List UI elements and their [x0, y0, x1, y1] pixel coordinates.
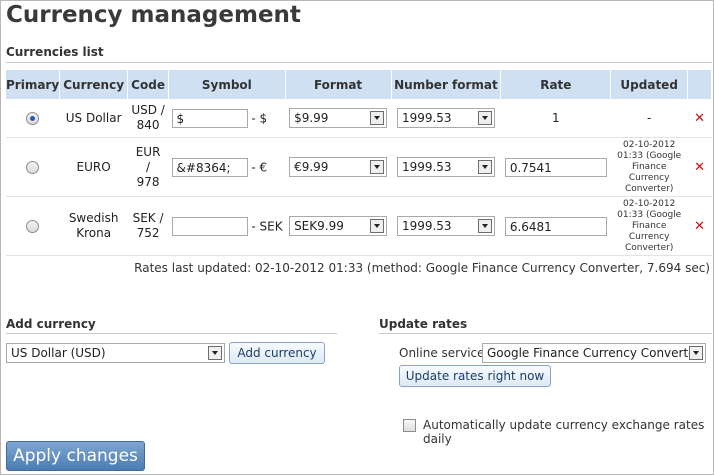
- col-header-actions: [687, 70, 712, 99]
- col-header-code: Code: [127, 70, 170, 99]
- delete-icon[interactable]: ✕: [694, 111, 705, 126]
- number-format-value: 1999.53: [401, 160, 452, 174]
- number-format-select[interactable]: 1999.53: [396, 157, 495, 177]
- symbol-input[interactable]: [171, 216, 248, 236]
- format-select[interactable]: SEK9.99: [289, 216, 388, 236]
- add-currency-select[interactable]: US Dollar (USD): [6, 343, 225, 363]
- format-value: €9.99: [294, 160, 329, 174]
- rates-last-updated: Rates last updated: 02-10-2012 01:33 (me…: [134, 261, 710, 275]
- auto-update-label: Automatically update currency exchange r…: [423, 418, 705, 446]
- updated-value: 02-10-2012 01:33 (Google Finance Currenc…: [617, 139, 682, 194]
- delete-icon[interactable]: ✕: [694, 160, 705, 175]
- primary-radio[interactable]: [26, 161, 40, 174]
- symbol-input[interactable]: &#8364;: [171, 157, 248, 177]
- online-service-label: Online service:: [399, 346, 489, 360]
- col-header-symbol: Symbol: [168, 70, 286, 99]
- chevron-down-icon: [370, 111, 385, 125]
- apply-changes-button[interactable]: Apply changes: [6, 441, 145, 471]
- online-service-select[interactable]: Google Finance Currency Converter: [482, 343, 706, 363]
- update-rates-divider: [379, 333, 712, 334]
- format-select[interactable]: $9.99: [289, 108, 388, 128]
- table-row: Swedish Krona SEK / 752 - SEK SEK9.99 19…: [6, 196, 712, 256]
- primary-radio[interactable]: [26, 220, 40, 233]
- currency-name: EURO: [59, 137, 128, 197]
- chevron-down-icon: [477, 219, 492, 233]
- chevron-down-icon: [477, 160, 492, 174]
- currencies-list-title: Currencies list: [6, 45, 104, 59]
- col-header-currency: Currency: [59, 70, 129, 99]
- rate-input[interactable]: 6.6481: [504, 216, 607, 236]
- updated-value: -: [610, 99, 688, 138]
- online-service-value: Google Finance Currency Converter: [487, 346, 701, 360]
- table-row: US Dollar USD / 840 $ - $ $9.99 1999.53 …: [6, 99, 712, 138]
- col-header-updated: Updated: [610, 70, 689, 99]
- update-rates-title: Update rates: [379, 317, 468, 331]
- number-format-value: 1999.53: [401, 111, 452, 125]
- number-format-value: 1999.53: [401, 219, 452, 233]
- col-header-format: Format: [285, 70, 392, 99]
- currencies-table: Primary Currency Code Symbol Format Numb…: [6, 70, 712, 256]
- symbol-preview: - €: [251, 160, 268, 174]
- table-header-row: Primary Currency Code Symbol Format Numb…: [6, 70, 712, 99]
- auto-update-checkbox[interactable]: [403, 419, 416, 432]
- currency-name: Swedish Krona: [68, 211, 119, 240]
- chevron-down-icon: [689, 346, 703, 360]
- currency-code: EUR / 978: [135, 144, 161, 189]
- col-header-primary: Primary: [6, 70, 61, 99]
- currency-name: US Dollar: [59, 99, 128, 138]
- add-currency-divider: [6, 333, 337, 334]
- col-header-rate: Rate: [500, 70, 612, 99]
- currencies-list-divider: [6, 62, 712, 63]
- symbol-preview: - SEK: [251, 219, 283, 233]
- currency-code: USD / 840: [131, 103, 165, 132]
- rate-value: 1: [500, 99, 611, 138]
- table-row: EURO EUR / 978 &#8364; - € €9.99 1999.53…: [6, 137, 712, 197]
- symbol-input[interactable]: $: [171, 108, 248, 128]
- rate-input[interactable]: 0.7541: [504, 157, 607, 177]
- symbol-preview: - $: [251, 111, 268, 125]
- number-format-select[interactable]: 1999.53: [396, 108, 495, 128]
- format-select[interactable]: €9.99: [289, 157, 388, 177]
- number-format-select[interactable]: 1999.53: [396, 216, 495, 236]
- currency-code: SEK / 752: [132, 211, 164, 240]
- page-title: Currency management: [6, 2, 301, 28]
- add-currency-button[interactable]: Add currency: [229, 342, 325, 364]
- format-value: $9.99: [294, 111, 329, 125]
- delete-icon[interactable]: ✕: [694, 219, 705, 234]
- chevron-down-icon: [370, 219, 385, 233]
- add-currency-title: Add currency: [6, 317, 96, 331]
- chevron-down-icon: [477, 111, 492, 125]
- updated-value: 02-10-2012 01:33 (Google Finance Currenc…: [617, 198, 682, 253]
- chevron-down-icon: [370, 160, 385, 174]
- format-value: SEK9.99: [294, 219, 344, 233]
- update-rates-button[interactable]: Update rates right now: [399, 365, 551, 387]
- primary-radio[interactable]: [26, 112, 40, 125]
- col-header-number-format: Number format: [391, 70, 502, 99]
- add-currency-value: US Dollar (USD): [11, 346, 106, 360]
- chevron-down-icon: [208, 346, 222, 360]
